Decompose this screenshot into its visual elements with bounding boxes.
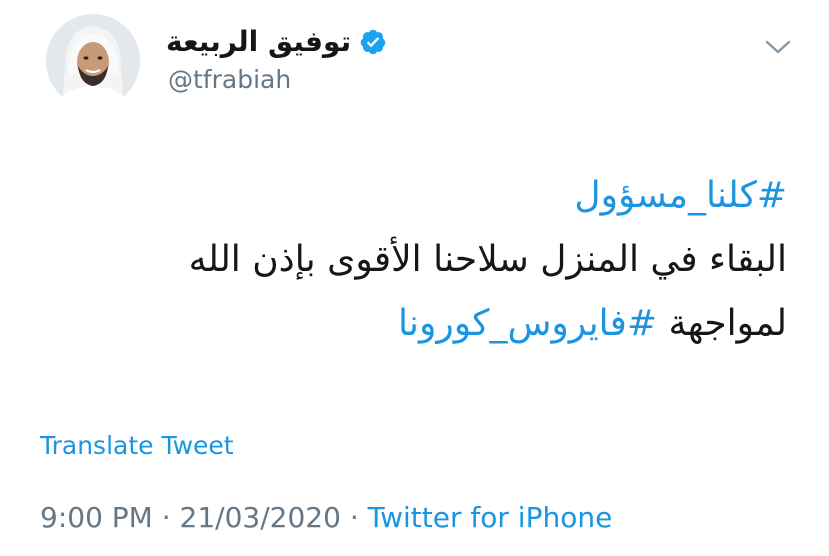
tweet-source-link[interactable]: Twitter for iPhone bbox=[368, 501, 613, 534]
author-display-name[interactable]: توفيق الربيعة bbox=[166, 22, 351, 62]
hashtag-link[interactable]: #كلنا_مسؤول bbox=[574, 175, 787, 216]
avatar[interactable] bbox=[46, 14, 140, 108]
tweet-line-2: البقاء في المنزل سلاحنا الأقوى بإذن الله bbox=[188, 239, 787, 280]
tweet-time[interactable]: 9:00 PM bbox=[40, 501, 153, 534]
verified-badge-icon bbox=[360, 29, 386, 55]
meta-separator: · bbox=[161, 501, 171, 534]
author-handle[interactable]: @tfrabiah bbox=[168, 62, 291, 98]
author-row[interactable]: توفيق الربيعة bbox=[166, 22, 387, 62]
tweet-text: #كلنا_مسؤول البقاء في المنزل سلاحنا الأق… bbox=[87, 164, 787, 356]
translate-tweet-link[interactable]: Translate Tweet bbox=[40, 428, 234, 464]
chevron-down-icon[interactable] bbox=[763, 32, 793, 62]
tweet-date[interactable]: 21/03/2020 bbox=[180, 501, 341, 534]
tweet-line-1: #كلنا_مسؤول bbox=[87, 164, 787, 228]
tweet-line-3-text: لمواجهة bbox=[657, 303, 787, 344]
meta-separator: · bbox=[349, 501, 359, 534]
hashtag-link[interactable]: #فايروس_كورونا bbox=[398, 303, 657, 344]
avatar-image bbox=[46, 14, 140, 108]
tweet-metadata: 9:00 PM · 21/03/2020 · Twitter for iPhon… bbox=[40, 498, 612, 538]
tweet-line-3: لمواجهة #فايروس_كورونا bbox=[87, 292, 787, 356]
